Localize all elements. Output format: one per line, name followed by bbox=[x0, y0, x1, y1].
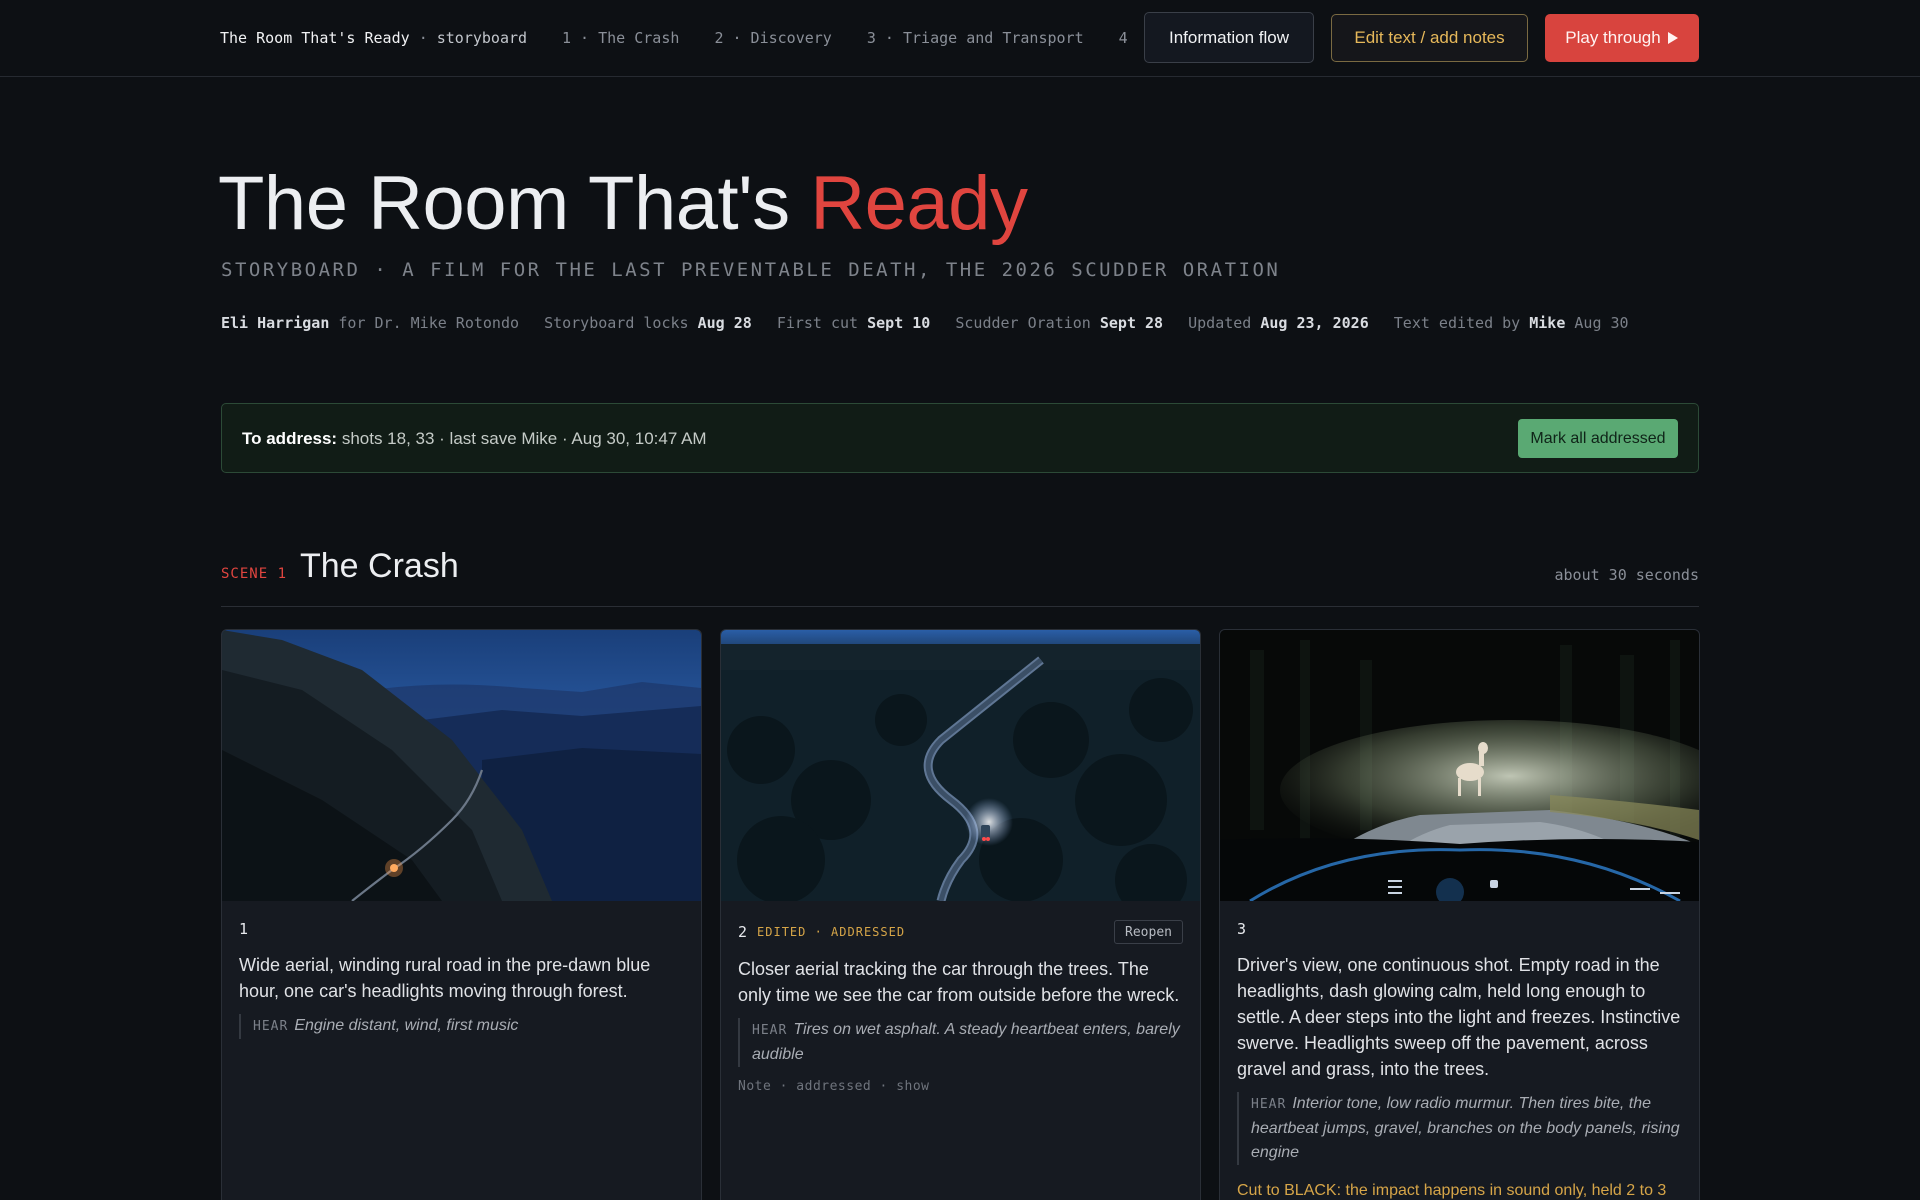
edit-text-button[interactable]: Edit text / add notes bbox=[1331, 14, 1528, 62]
scene-divider bbox=[221, 606, 1699, 607]
shot-body-3: 3 Driver's view, one continuous shot. Em… bbox=[1237, 918, 1682, 1200]
shot-description: Wide aerial, winding rural road in the p… bbox=[239, 955, 651, 1001]
page-title-accent: Ready bbox=[810, 161, 1028, 246]
top-bar: The Room That's Ready · storyboard 1 · T… bbox=[0, 0, 1920, 77]
shot-body-1: 1 Wide aerial, winding rural road in the… bbox=[239, 918, 684, 1039]
meta-updated-label: Updated bbox=[1188, 314, 1252, 332]
scene-label: SCENE 1 bbox=[221, 566, 288, 582]
shot-number: 3 bbox=[1237, 920, 1247, 938]
shot-image-3 bbox=[1220, 630, 1699, 901]
meta-line: Eli Harrigan for Dr. Mike Rotondo Storyb… bbox=[221, 314, 1629, 332]
shot-hear: HEAR Engine distant, wind, first music bbox=[239, 1014, 684, 1039]
play-icon bbox=[1667, 32, 1678, 44]
meta-updated-date: Aug 23, 2026 bbox=[1260, 314, 1369, 332]
shot-hear: HEAR Tires on wet asphalt. A steady heart… bbox=[738, 1018, 1183, 1067]
scene-title: The Crash bbox=[300, 547, 459, 585]
shot-hear: HEAR Interior tone, low radio murmur. The… bbox=[1237, 1092, 1682, 1165]
scene-nav: 1 · The Crash 2 · Discovery 3 · Triage a… bbox=[562, 29, 1128, 47]
meta-oration-date: Sept 28 bbox=[1099, 314, 1164, 332]
scene-nav-item-2[interactable]: 2 · Discovery bbox=[714, 29, 831, 47]
hear-text: Interior tone, low radio murmur. Then ti… bbox=[1251, 1095, 1680, 1161]
hear-label: HEAR bbox=[752, 1023, 788, 1038]
scene-nav-item-3[interactable]: 3 · Triage and Transport bbox=[867, 29, 1084, 47]
shot-card-3[interactable]: 3 Driver's view, one continuous shot. Em… bbox=[1219, 629, 1700, 1200]
shot-image-2 bbox=[721, 630, 1200, 901]
information-flow-button[interactable]: Information flow bbox=[1144, 12, 1314, 63]
reopen-button[interactable]: Reopen bbox=[1114, 920, 1183, 944]
meta-locks-date: Aug 28 bbox=[697, 314, 752, 332]
to-address-label: To address: bbox=[242, 429, 338, 448]
shot-note-toggle[interactable]: Note · addressed · show bbox=[738, 1079, 1183, 1094]
hear-text: Engine distant, wind, first music bbox=[294, 1017, 519, 1034]
hear-label: HEAR bbox=[253, 1019, 289, 1034]
scene-nav-item-4[interactable]: 4 · The Handoff bbox=[1119, 29, 1128, 47]
scene-duration: about 30 seconds bbox=[1554, 566, 1700, 584]
shot-body-2: 2 EDITED · ADDRESSED Reopen Closer aeria… bbox=[738, 918, 1183, 1094]
page-subtitle: STORYBOARD · A FILM FOR THE LAST PREVENT… bbox=[221, 259, 1281, 281]
meta-cut-label: First cut bbox=[776, 314, 859, 332]
shot-description: Closer aerial tracking the car through t… bbox=[738, 959, 1180, 1005]
scene-nav-item-1[interactable]: 1 · The Crash bbox=[562, 29, 679, 47]
to-address-text: To address: shots 18, 33 · last save Mik… bbox=[242, 429, 707, 449]
hear-text: Tires on wet asphalt. A steady heartbeat… bbox=[752, 1021, 1180, 1063]
breadcrumb-separator: · bbox=[418, 29, 428, 47]
play-through-label: Play through bbox=[1565, 28, 1661, 47]
mark-all-addressed-button[interactable]: Mark all addressed bbox=[1518, 419, 1678, 458]
meta-author: Eli Harrigan bbox=[221, 314, 330, 332]
to-address-banner: To address: shots 18, 33 · last save Mik… bbox=[221, 403, 1699, 473]
shot-card-1[interactable]: 1 Wide aerial, winding rural road in the… bbox=[221, 629, 702, 1200]
meta-edited-label: Text edited by bbox=[1393, 314, 1521, 332]
shot-status-badge: EDITED · ADDRESSED bbox=[757, 925, 906, 939]
meta-edited-by: Mike bbox=[1529, 314, 1566, 332]
meta-cut-date: Sept 10 bbox=[867, 314, 931, 332]
meta-locks-label: Storyboard locks bbox=[544, 314, 689, 332]
play-through-button[interactable]: Play through bbox=[1545, 14, 1699, 62]
page-title: The Room That's Ready bbox=[218, 160, 1028, 247]
shot-cut-note: Cut to BLACK: the impact happens in soun… bbox=[1237, 1182, 1667, 1199]
breadcrumb-project[interactable]: The Room That's Ready bbox=[220, 29, 410, 47]
shot-number: 1 bbox=[239, 920, 249, 938]
page-title-main: The Room That's bbox=[218, 161, 790, 246]
shot-description: Driver's view, one continuous shot. Empt… bbox=[1237, 955, 1681, 1079]
shot-image-1 bbox=[222, 630, 701, 901]
meta-for: for Dr. Mike Rotondo bbox=[338, 314, 520, 332]
breadcrumb-section: storyboard bbox=[436, 29, 528, 47]
meta-edited-date: Aug 30 bbox=[1574, 314, 1629, 332]
shot-number: 2 bbox=[738, 923, 748, 941]
shot-card-2[interactable]: 2 EDITED · ADDRESSED Reopen Closer aeria… bbox=[720, 629, 1201, 1200]
meta-oration-label: Scudder Oration bbox=[955, 314, 1091, 332]
breadcrumb: The Room That's Ready · storyboard bbox=[220, 29, 527, 47]
to-address-detail: shots 18, 33 · last save Mike · Aug 30, … bbox=[341, 429, 707, 448]
hear-label: HEAR bbox=[1251, 1097, 1287, 1112]
